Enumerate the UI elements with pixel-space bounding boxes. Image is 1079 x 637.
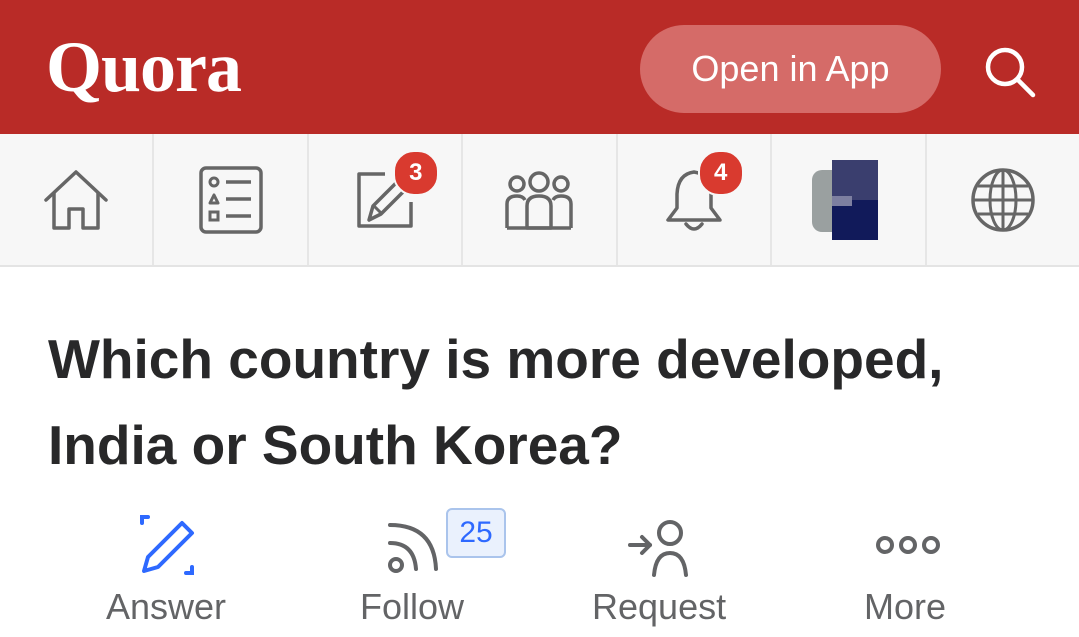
search-button[interactable] xyxy=(980,42,1040,102)
quora-logo[interactable]: Quora xyxy=(46,22,242,112)
request-label: Request xyxy=(592,586,727,627)
top-header: Quora Open in App xyxy=(0,0,1079,134)
follow-button[interactable]: 25 Follow xyxy=(48,505,528,637)
nav-item-home[interactable] xyxy=(0,134,155,265)
more-dots-icon xyxy=(876,536,940,554)
rss-icon xyxy=(388,523,438,573)
more-button[interactable]: More xyxy=(828,505,988,637)
nav-item-notifications[interactable]: 4 xyxy=(618,134,773,265)
spaces-icon xyxy=(505,171,574,230)
nav-item-languages[interactable] xyxy=(927,134,1079,265)
main-nav: 3 4 xyxy=(0,134,1079,267)
request-icon xyxy=(628,520,688,577)
nav-item-spaces[interactable] xyxy=(463,134,618,265)
more-label: More xyxy=(864,586,947,627)
request-button[interactable]: Request xyxy=(568,505,768,637)
home-icon xyxy=(44,170,108,230)
nav-item-answer[interactable] xyxy=(154,134,309,265)
question-title[interactable]: Which country is more developed, India o… xyxy=(48,316,1038,488)
list-icon xyxy=(198,166,263,234)
nav-item-write[interactable]: 3 xyxy=(309,134,464,265)
quora-question-page: Quora Open in App 3 4 Which country is m… xyxy=(0,0,1079,637)
nav-item-profile[interactable] xyxy=(772,134,927,265)
search-icon xyxy=(985,47,1036,98)
write-badge: 3 xyxy=(392,150,439,196)
notifications-badge: 4 xyxy=(697,150,744,196)
question-actions: Answer 25 Follow Request More xyxy=(48,505,1048,637)
open-in-app-button[interactable]: Open in App xyxy=(640,25,941,113)
follow-count-badge: 25 xyxy=(446,508,506,558)
avatar xyxy=(812,160,879,240)
follow-label: Follow xyxy=(360,586,465,627)
globe-icon xyxy=(970,168,1035,232)
